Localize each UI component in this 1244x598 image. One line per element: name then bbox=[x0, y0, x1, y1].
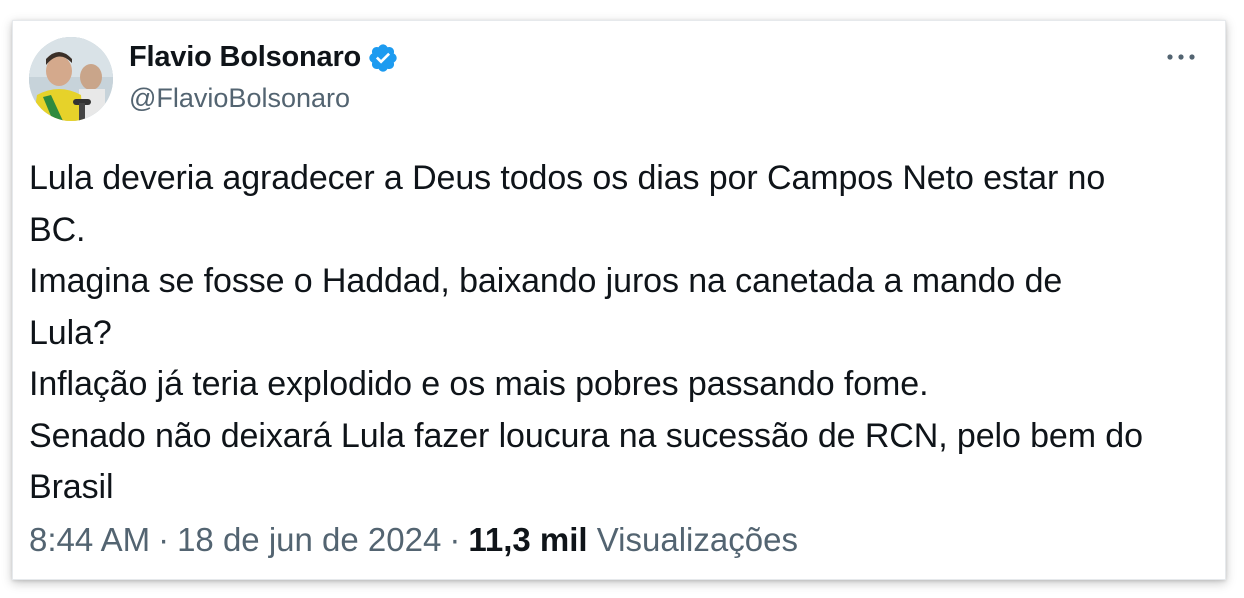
tweet-card[interactable]: Flavio Bolsonaro @FlavioBolsonaro Lula d… bbox=[12, 20, 1226, 580]
tweet-line: Inflação já teria explodido e os mais po… bbox=[29, 365, 929, 403]
author-handle[interactable]: @FlavioBolsonaro bbox=[129, 83, 350, 114]
avatar-photo bbox=[29, 37, 113, 121]
meta-separator: · bbox=[158, 521, 170, 558]
tweet-time[interactable]: 8:44 AM bbox=[29, 521, 150, 558]
tweet-line: Senado não deixará Lula fazer loucura na… bbox=[29, 416, 1143, 455]
tweet-line: Imagina se fosse o Haddad, baixando juro… bbox=[29, 262, 1063, 300]
author-name-row[interactable]: Flavio Bolsonaro bbox=[129, 41, 399, 74]
tweet-metadata: 8:44 AM · 18 de jun de 2024 · 11,3 mil Visua… bbox=[29, 521, 798, 559]
tweet-date[interactable]: 18 de jun de 2024 bbox=[177, 521, 441, 558]
more-options-icon[interactable] bbox=[1163, 47, 1199, 67]
views-count: 11,3 mil bbox=[468, 521, 588, 558]
tweet-line: Lula deveria agradecer a Deus todos os d… bbox=[29, 159, 1106, 197]
verified-badge-icon bbox=[367, 42, 399, 74]
meta-separator: · bbox=[449, 521, 461, 558]
tweet-line: BC. bbox=[29, 210, 86, 249]
tweet-line: Lula? bbox=[29, 313, 112, 352]
avatar[interactable] bbox=[29, 37, 113, 121]
tweet-line: Brasil bbox=[29, 468, 114, 506]
views-label: Visualizações bbox=[596, 521, 798, 558]
tweet-text: Lula deveria agradecer a Deus todos os d… bbox=[29, 153, 1219, 514]
display-name[interactable]: Flavio Bolsonaro bbox=[129, 41, 361, 74]
